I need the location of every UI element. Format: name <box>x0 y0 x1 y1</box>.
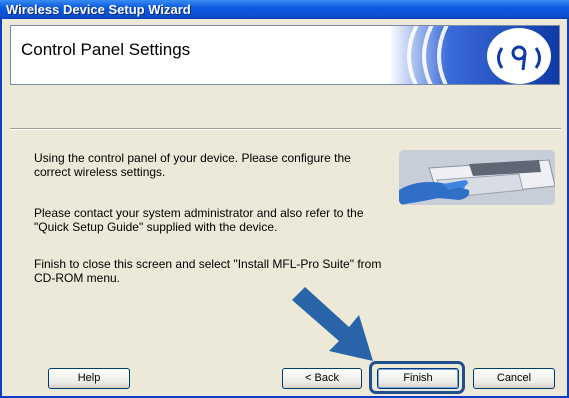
back-button[interactable]: < Back <box>282 368 362 389</box>
page-title: Control Panel Settings <box>21 40 191 59</box>
header-banner: Control Panel Settings <box>10 25 560 85</box>
pointer-arrow-icon <box>292 287 373 361</box>
wizard-window: Wireless Device Setup Wizard Control Pan… <box>0 0 569 398</box>
instruction-configure: Using the control panel of your device. … <box>34 151 351 179</box>
finish-button[interactable]: Finish <box>377 368 459 389</box>
printer-control-panel-image <box>399 150 555 205</box>
cancel-button[interactable]: Cancel <box>473 368 555 389</box>
divider <box>10 128 561 130</box>
instruction-finish: Finish to close this screen and select "… <box>34 257 382 285</box>
instruction-contact-admin: Please contact your system administrator… <box>34 206 364 234</box>
help-button[interactable]: Help <box>48 368 130 389</box>
wireless-signal-icon <box>389 26 559 84</box>
window-title: Wireless Device Setup Wizard <box>0 0 569 19</box>
